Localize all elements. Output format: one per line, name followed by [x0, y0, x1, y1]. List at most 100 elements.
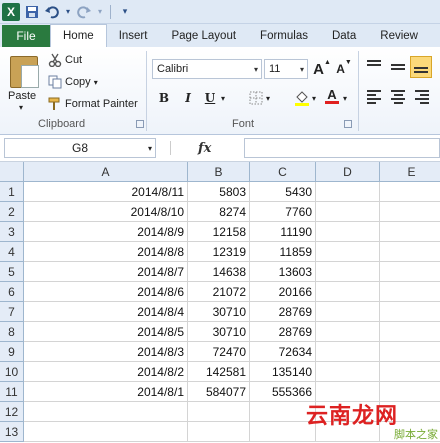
cell-b[interactable]: 584077 [188, 382, 250, 402]
row-header[interactable]: 8 [0, 322, 24, 342]
column-header-a[interactable]: A [24, 162, 188, 182]
cell-e[interactable] [380, 262, 440, 282]
row-header[interactable]: 3 [0, 222, 24, 242]
cell-b[interactable]: 21072 [188, 282, 250, 302]
font-color-dropdown-icon[interactable]: ▾ [341, 88, 349, 108]
align-middle-button[interactable] [388, 57, 408, 77]
cell-a[interactable]: 2014/8/7 [24, 262, 188, 282]
tab-formulas[interactable]: Formulas [248, 25, 320, 47]
cell-c[interactable]: 13603 [250, 262, 316, 282]
cell-d[interactable] [316, 262, 380, 282]
cell-c[interactable]: 11190 [250, 222, 316, 242]
name-box[interactable]: G8 ▾ [4, 138, 156, 158]
cell-a[interactable]: 2014/8/2 [24, 362, 188, 382]
cell-d[interactable] [316, 222, 380, 242]
cell-d[interactable] [316, 322, 380, 342]
cell-c[interactable]: 7760 [250, 202, 316, 222]
borders-button[interactable] [246, 88, 266, 108]
cell-b[interactable]: 5803 [188, 182, 250, 202]
cell-a[interactable] [24, 402, 188, 422]
tab-file[interactable]: File [2, 25, 50, 47]
cell-c[interactable]: 72634 [250, 342, 316, 362]
cell-b[interactable]: 8274 [188, 202, 250, 222]
cell-e[interactable] [380, 342, 440, 362]
cell-b[interactable]: 30710 [188, 302, 250, 322]
bold-button[interactable]: B [154, 88, 174, 108]
align-bottom-button[interactable] [410, 56, 432, 78]
cell-d[interactable] [316, 182, 380, 202]
font-color-button[interactable]: A [322, 86, 342, 106]
underline-dropdown-icon[interactable]: ▾ [219, 88, 227, 108]
row-header[interactable]: 13 [0, 422, 24, 442]
align-center-button[interactable] [388, 87, 408, 107]
undo-dropdown-icon[interactable]: ▾ [64, 4, 72, 20]
cell-a[interactable]: 2014/8/10 [24, 202, 188, 222]
cell-a[interactable] [24, 422, 188, 442]
cell-d[interactable] [316, 202, 380, 222]
cell-b[interactable] [188, 402, 250, 422]
cell-b[interactable]: 12158 [188, 222, 250, 242]
cell-b[interactable]: 12319 [188, 242, 250, 262]
column-header-d[interactable]: D [316, 162, 380, 182]
row-header[interactable]: 11 [0, 382, 24, 402]
cell-d[interactable] [316, 282, 380, 302]
row-header[interactable]: 12 [0, 402, 24, 422]
select-all-corner[interactable] [0, 162, 24, 182]
cell-e[interactable] [380, 182, 440, 202]
save-icon[interactable] [24, 4, 40, 20]
cell-c[interactable]: 20166 [250, 282, 316, 302]
cell-d[interactable] [316, 302, 380, 322]
cell-e[interactable] [380, 202, 440, 222]
cell-d[interactable] [316, 242, 380, 262]
formula-input[interactable] [244, 138, 440, 158]
cell-b[interactable]: 14638 [188, 262, 250, 282]
cell-d[interactable] [316, 342, 380, 362]
tab-insert[interactable]: Insert [107, 25, 160, 47]
tab-review[interactable]: Review [368, 25, 430, 47]
paste-dropdown-icon[interactable]: ▾ [19, 103, 23, 112]
formula-bar-handle[interactable] [170, 141, 178, 155]
copy-button[interactable]: Copy ▾ [48, 75, 98, 89]
cell-b[interactable] [188, 422, 250, 442]
cell-e[interactable] [380, 322, 440, 342]
cell-a[interactable]: 2014/8/1 [24, 382, 188, 402]
cell-a[interactable]: 2014/8/9 [24, 222, 188, 242]
cell-a[interactable]: 2014/8/4 [24, 302, 188, 322]
redo-icon[interactable] [76, 4, 92, 20]
name-box-dropdown-icon[interactable]: ▾ [148, 144, 152, 153]
column-header-c[interactable]: C [250, 162, 316, 182]
font-size-select[interactable]: 11 ▾ [264, 59, 308, 79]
tab-data[interactable]: Data [320, 25, 368, 47]
copy-dropdown-icon[interactable]: ▾ [94, 78, 98, 87]
column-header-e[interactable]: E [380, 162, 440, 182]
cut-button[interactable]: Cut [48, 53, 82, 67]
borders-dropdown-icon[interactable]: ▾ [264, 88, 272, 108]
cell-a[interactable]: 2014/8/5 [24, 322, 188, 342]
font-launcher-icon[interactable] [344, 120, 352, 128]
cell-a[interactable]: 2014/8/6 [24, 282, 188, 302]
redo-dropdown-icon[interactable]: ▾ [96, 4, 104, 20]
tab-home[interactable]: Home [50, 24, 107, 47]
cell-e[interactable] [380, 362, 440, 382]
row-header[interactable]: 10 [0, 362, 24, 382]
align-right-button[interactable] [412, 87, 432, 107]
cell-e[interactable] [380, 282, 440, 302]
cell-e[interactable] [380, 222, 440, 242]
row-header[interactable]: 9 [0, 342, 24, 362]
cell-e[interactable] [380, 242, 440, 262]
row-header[interactable]: 1 [0, 182, 24, 202]
cell-e[interactable] [380, 302, 440, 322]
insert-function-button[interactable]: fx [198, 141, 211, 156]
cell-d[interactable] [316, 362, 380, 382]
cell-c[interactable]: 135140 [250, 362, 316, 382]
grow-font-button[interactable]: A ▲ [312, 59, 332, 79]
cell-b[interactable]: 72470 [188, 342, 250, 362]
tab-page-layout[interactable]: Page Layout [159, 25, 248, 47]
row-header[interactable]: 5 [0, 262, 24, 282]
cell-c[interactable]: 28769 [250, 302, 316, 322]
cell-a[interactable]: 2014/8/11 [24, 182, 188, 202]
cell-b[interactable]: 142581 [188, 362, 250, 382]
align-top-button[interactable] [364, 57, 384, 77]
row-header[interactable]: 6 [0, 282, 24, 302]
cell-a[interactable]: 2014/8/8 [24, 242, 188, 262]
